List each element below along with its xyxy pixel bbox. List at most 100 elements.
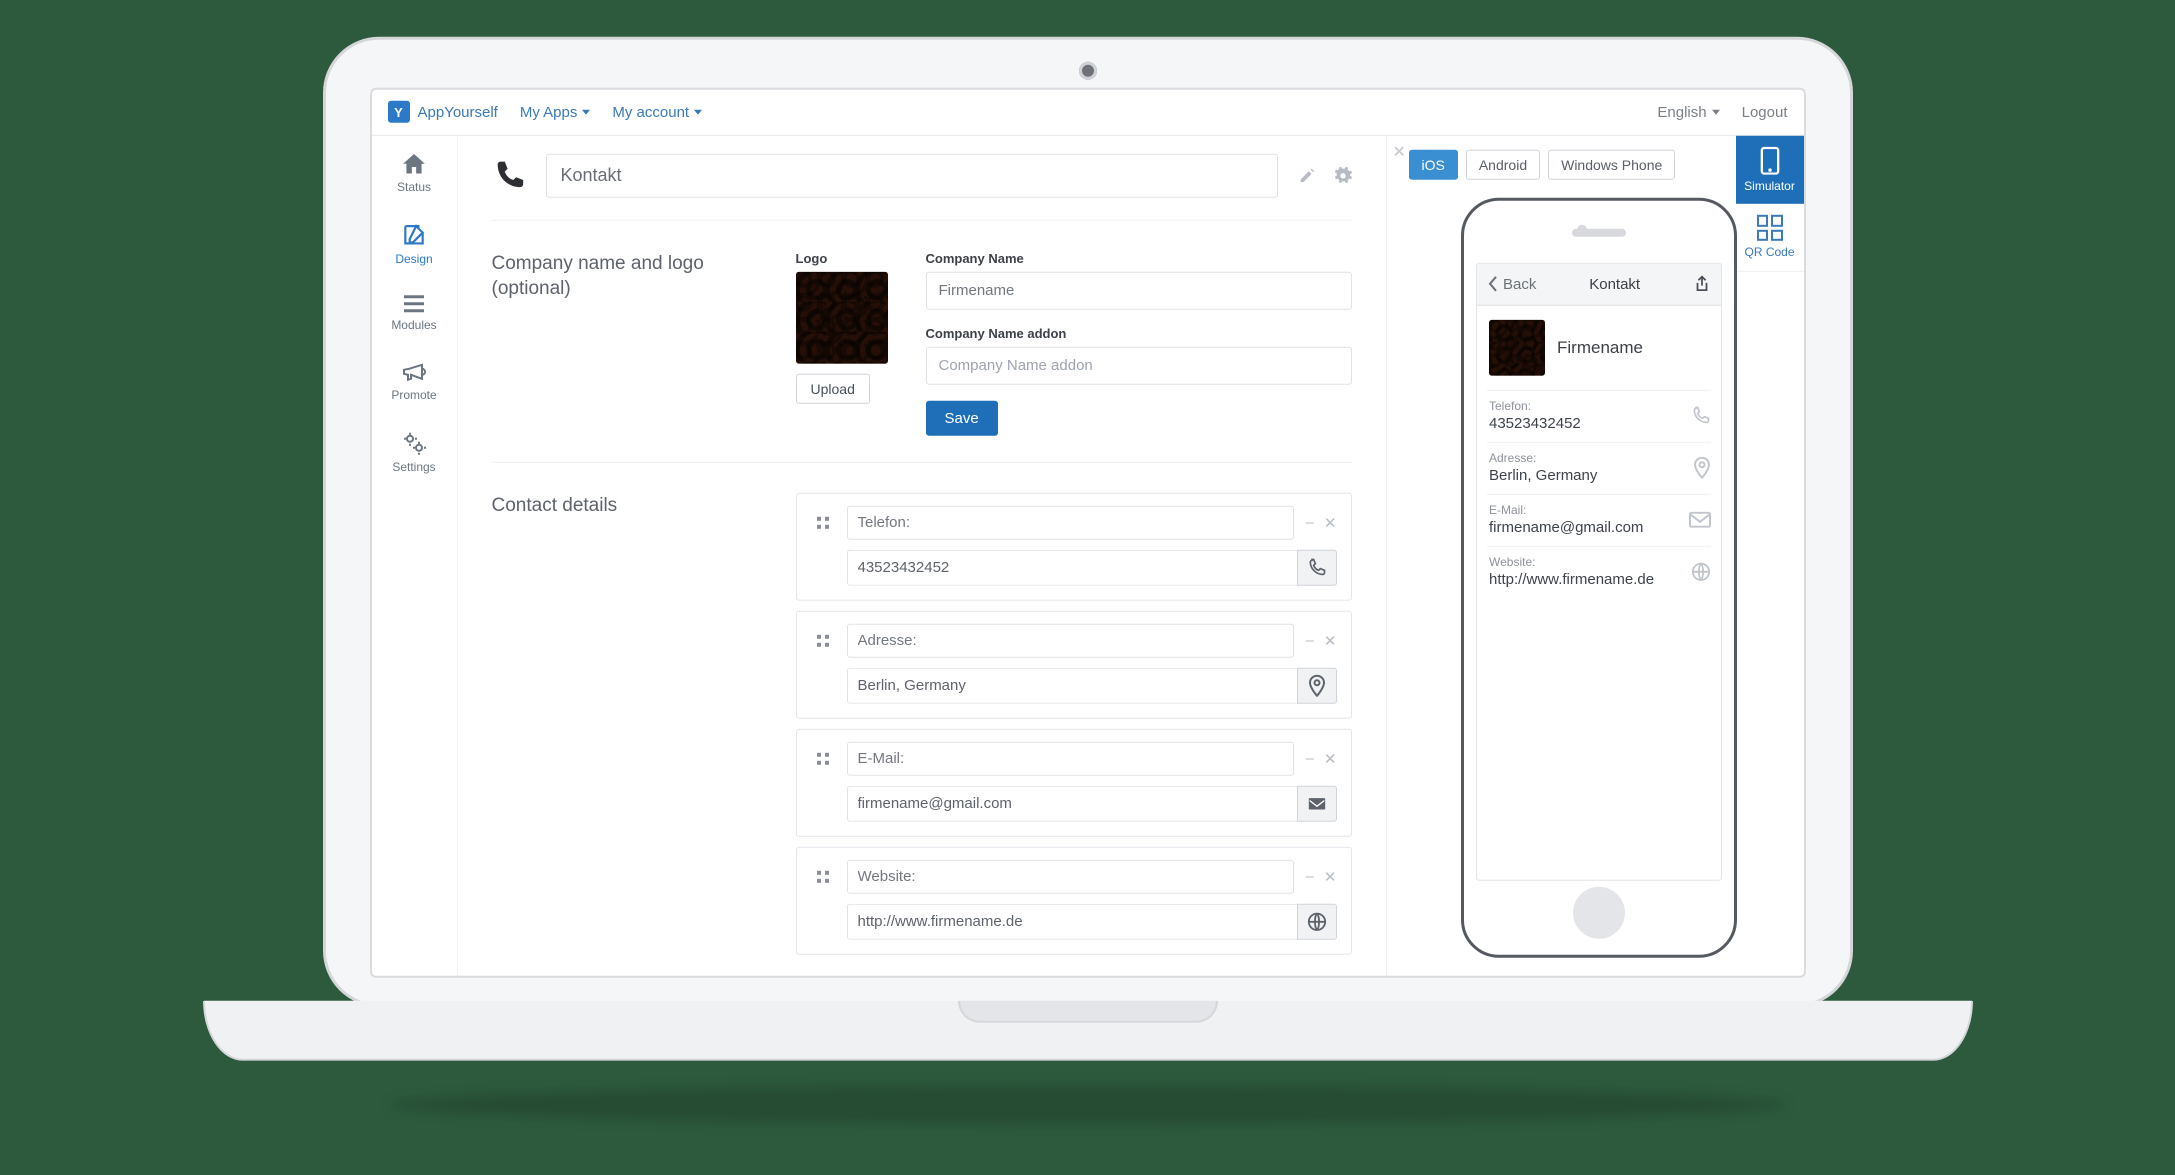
- brand[interactable]: Y AppYourself: [388, 101, 498, 123]
- laptop-frame: Y AppYourself My Apps My account English…: [323, 36, 1853, 1096]
- sidebar-item-settings[interactable]: Settings: [392, 429, 435, 473]
- share-icon[interactable]: [1693, 275, 1711, 293]
- preview-item-value: firmename@gmail.com: [1489, 518, 1709, 535]
- company-addon-label: Company Name addon: [926, 325, 1352, 340]
- platform-tabs: iOS Android Windows Phone: [1409, 149, 1676, 179]
- logo-thumbnail[interactable]: [796, 271, 888, 363]
- contact-label-input[interactable]: [847, 505, 1294, 539]
- nav-logout[interactable]: Logout: [1742, 103, 1788, 120]
- phone-icon: [492, 158, 526, 192]
- qrcode-icon: [1757, 215, 1783, 241]
- nav-language[interactable]: English: [1657, 103, 1719, 120]
- contact-type-button[interactable]: [1297, 785, 1337, 821]
- preview-back-button[interactable]: Back: [1487, 275, 1536, 292]
- preview-item-value: http://www.firmename.de: [1489, 570, 1709, 587]
- preview-contact-item[interactable]: Telefon: 43523432452: [1487, 389, 1711, 441]
- drag-handle-icon[interactable]: [811, 864, 835, 888]
- mail-icon: [1689, 512, 1711, 528]
- sidebar-item-promote[interactable]: Promote: [391, 359, 436, 401]
- drag-handle-icon[interactable]: [811, 628, 835, 652]
- contact-label-input[interactable]: [847, 859, 1294, 893]
- company-addon-input[interactable]: [926, 346, 1352, 384]
- contact-value-input[interactable]: [847, 549, 1297, 585]
- contact-value-input[interactable]: [847, 903, 1297, 939]
- contact-value-input[interactable]: [847, 785, 1297, 821]
- laptop-camera: [1079, 61, 1097, 79]
- drag-handle-icon[interactable]: [811, 510, 835, 534]
- nav-my-apps[interactable]: My Apps: [520, 103, 591, 120]
- globe-icon: [1691, 562, 1711, 582]
- preview-contact-item[interactable]: Adresse: Berlin, Germany: [1487, 441, 1711, 493]
- sidebar-item-design[interactable]: Design: [395, 221, 432, 265]
- simulator-tile[interactable]: Simulator: [1736, 135, 1804, 203]
- main-content: Company name and logo (optional) Logo Up…: [458, 135, 1386, 975]
- module-title-input[interactable]: [546, 153, 1278, 197]
- phone-home-button[interactable]: [1573, 886, 1625, 938]
- contact-list: –✕–✕–✕–✕: [796, 492, 1352, 964]
- section-company: Company name and logo (optional) Logo Up…: [492, 220, 1352, 462]
- close-icon[interactable]: ✕: [1324, 513, 1337, 531]
- laptop-shadow: [388, 1084, 1788, 1124]
- section-contact-title: Contact details: [492, 492, 752, 964]
- caret-down-icon: [582, 109, 590, 114]
- minimize-icon[interactable]: –: [1306, 749, 1314, 767]
- close-icon[interactable]: ✕: [1324, 749, 1337, 767]
- laptop-lid: Y AppYourself My Apps My account English…: [323, 36, 1853, 1006]
- module-header: [492, 153, 1352, 220]
- contact-label-input[interactable]: [847, 741, 1294, 775]
- preview-company-name: Firmename: [1557, 337, 1643, 357]
- pencil-square-icon: [401, 221, 427, 247]
- contact-block: –✕: [796, 728, 1352, 836]
- top-navbar: Y AppYourself My Apps My account English…: [372, 89, 1804, 135]
- company-name-input[interactable]: [926, 271, 1352, 309]
- preview-item-label: Telefon:: [1489, 398, 1709, 412]
- contact-type-button[interactable]: [1297, 667, 1337, 703]
- qrcode-tile[interactable]: QR Code: [1736, 203, 1804, 271]
- close-icon[interactable]: ✕: [1324, 631, 1337, 649]
- contact-type-button[interactable]: [1297, 903, 1337, 939]
- save-button[interactable]: Save: [926, 400, 998, 435]
- contact-type-button[interactable]: [1297, 549, 1337, 585]
- phone-speaker: [1572, 228, 1626, 236]
- close-icon[interactable]: ✕: [1393, 141, 1406, 161]
- preview-header: Back Kontakt: [1477, 263, 1721, 305]
- section-contact: Contact details –✕–✕–✕–✕: [492, 462, 1352, 975]
- laptop-base: [203, 1000, 1973, 1060]
- preview-item-value: 43523432452: [1489, 414, 1709, 431]
- pencil-icon[interactable]: [1298, 166, 1316, 184]
- company-name-label: Company Name: [926, 250, 1352, 265]
- close-icon[interactable]: ✕: [1324, 867, 1337, 885]
- preview-item-label: Website:: [1489, 554, 1709, 568]
- contact-label-input[interactable]: [847, 623, 1294, 657]
- phone-device-icon: [1760, 146, 1780, 174]
- sidebar-item-modules[interactable]: Modules: [391, 293, 436, 331]
- preview-item-label: Adresse:: [1489, 450, 1709, 464]
- phone-screen: Back Kontakt Firmename Telefon:43: [1476, 262, 1722, 880]
- minimize-icon[interactable]: –: [1306, 867, 1314, 885]
- chevron-left-icon: [1487, 276, 1499, 292]
- tab-android[interactable]: Android: [1466, 149, 1540, 179]
- upload-button[interactable]: Upload: [796, 373, 870, 403]
- tab-windows-phone[interactable]: Windows Phone: [1548, 149, 1675, 179]
- nav-my-account[interactable]: My account: [612, 103, 702, 120]
- preview-item-value: Berlin, Germany: [1489, 466, 1709, 483]
- caret-down-icon: [1712, 109, 1720, 114]
- preview-title: Kontakt: [1589, 275, 1640, 292]
- minimize-icon[interactable]: –: [1306, 631, 1314, 649]
- laptop-notch: [958, 1000, 1218, 1022]
- preview-panel: ✕ iOS Android Windows Phone Simulator: [1386, 135, 1804, 975]
- preview-logo-thumb: [1489, 319, 1545, 375]
- contact-block: –✕: [796, 610, 1352, 718]
- tab-ios[interactable]: iOS: [1409, 149, 1458, 179]
- minimize-icon[interactable]: –: [1306, 513, 1314, 531]
- preview-contact-item[interactable]: E-Mail:firmename@gmail.com: [1487, 493, 1711, 545]
- sidebar-item-status[interactable]: Status: [397, 151, 431, 193]
- contact-value-input[interactable]: [847, 667, 1297, 703]
- home-icon: [401, 151, 427, 175]
- gear-icon[interactable]: [1334, 166, 1352, 184]
- preview-contact-item[interactable]: Website: http://www.firmename.de: [1487, 545, 1711, 597]
- app-screen: Y AppYourself My Apps My account English…: [370, 87, 1806, 977]
- section-company-title: Company name and logo (optional): [492, 250, 752, 435]
- preview-company-row: Firmename: [1487, 315, 1711, 389]
- drag-handle-icon[interactable]: [811, 746, 835, 770]
